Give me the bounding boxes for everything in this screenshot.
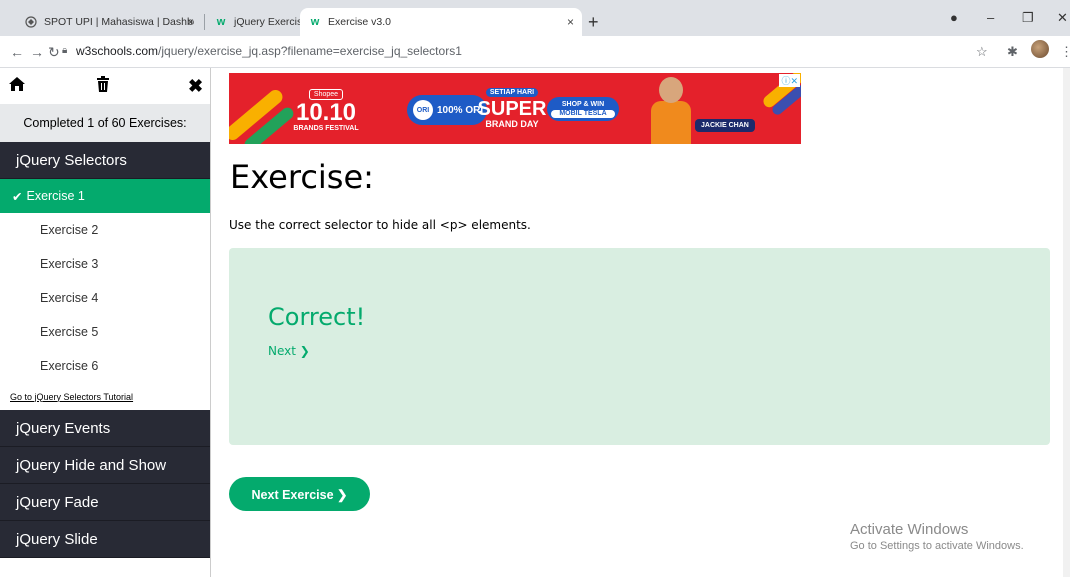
sidebar-toolbar: ✖ [0, 68, 210, 104]
tutorial-link[interactable]: Go to jQuery Selectors Tutorial [0, 383, 210, 410]
ad-shop-win: SHOP & WIN MOBIL TESLA [547, 97, 619, 121]
exercise-item-4[interactable]: Exercise 4 [0, 281, 210, 315]
ad-mobil-tesla: MOBIL TESLA [551, 110, 615, 118]
exercise-label: Exercise 1 [26, 189, 85, 203]
exercise-sidebar: ✖ Completed 1 of 60 Exercises: jQuery Se… [0, 68, 211, 577]
exercise-title: Exercise: [230, 158, 374, 196]
minimize-icon[interactable]: – [987, 10, 994, 25]
restore-icon[interactable]: ❐ [1022, 10, 1034, 26]
lock-icon: 🔒︎ [62, 45, 68, 56]
trash-icon[interactable] [96, 76, 110, 97]
windows-activation-watermark: Activate Windows Go to Settings to activ… [850, 521, 1024, 552]
watermark-line1: Activate Windows [850, 521, 969, 538]
tab-spot-upi[interactable]: SPOT UPI | Mahasiswa | Dashboa × [16, 8, 202, 36]
ad-setiap-hari: SETIAP HARI [485, 88, 539, 97]
ad-shop-win-text: SHOP & WIN [561, 101, 605, 108]
profile-avatar[interactable] [1031, 40, 1049, 58]
extensions-icon[interactable]: ✱ [1007, 44, 1018, 60]
address-bar: ← → ↻ 🔒︎ w3schools.com/jquery/exercise_j… [0, 36, 1070, 68]
url-host: w3schools.com [76, 44, 159, 58]
tab-title: Exercise v3.0 [328, 16, 392, 28]
close-tab-icon[interactable]: × [567, 15, 574, 29]
shopee-ad-banner[interactable]: Shopee 10.10 BRANDS FESTIVAL ORI 100% OR… [229, 73, 801, 144]
result-panel: Correct! Next ❯ [229, 248, 1050, 445]
exercise-item-3[interactable]: Exercise 3 [0, 247, 210, 281]
w3schools-icon: w [216, 16, 226, 28]
page-scrollbar[interactable] [1063, 68, 1070, 577]
back-icon[interactable]: ← [10, 44, 24, 60]
profile-dot-icon[interactable]: ● [950, 10, 958, 25]
reload-icon[interactable]: ↻ [48, 44, 60, 61]
next-link[interactable]: Next ❯ [268, 344, 310, 358]
menu-kebab-icon[interactable]: ⋮ [1060, 44, 1070, 60]
category-jquery-selectors[interactable]: jQuery Selectors [0, 142, 210, 179]
ad-brand-block: Shopee 10.10 BRANDS FESTIVAL [291, 83, 361, 132]
ad-jackie-chan: JACKIE CHAN [695, 119, 755, 132]
ad-big-text: 10.10 [295, 99, 357, 126]
bookmark-star-icon[interactable]: ☆ [976, 44, 988, 60]
exercise-description: Use the correct selector to hide all <p>… [229, 218, 531, 232]
ad-brands-festival: BRANDS FESTIVAL [293, 125, 359, 132]
exercise-item-2[interactable]: Exercise 2 [0, 213, 210, 247]
ad-person-image [651, 75, 691, 144]
checkmark-icon: ✔ [12, 189, 23, 204]
next-exercise-button[interactable]: Next Exercise ❯ [229, 477, 370, 511]
exercise-item-6[interactable]: Exercise 6 [0, 349, 210, 383]
exercise-item-5[interactable]: Exercise 5 [0, 315, 210, 349]
category-jquery-fade[interactable]: jQuery Fade [0, 484, 210, 521]
forward-icon[interactable]: → [30, 44, 44, 60]
ad-ori-badge: ORI 100% ORI [407, 95, 487, 125]
exercise-item-1[interactable]: ✔ Exercise 1 [0, 179, 210, 213]
tab-title: SPOT UPI | Mahasiswa | Dashboa [44, 16, 194, 28]
watermark-line2: Go to Settings to activate Windows. [850, 540, 1024, 552]
progress-text: Completed 1 of 60 Exercises: [0, 104, 210, 142]
category-jquery-hide-show[interactable]: jQuery Hide and Show [0, 447, 210, 484]
ad-super: SUPER [477, 98, 547, 120]
window-close-icon[interactable]: ✕ [1057, 10, 1068, 26]
ad-choices-icon[interactable]: ⓘ✕ [779, 74, 800, 87]
url-path: /jquery/exercise_jq.asp?filename=exercis… [158, 44, 462, 58]
ori-circle: ORI [413, 100, 433, 120]
home-icon[interactable] [8, 76, 26, 97]
close-tab-icon[interactable]: × [187, 15, 194, 29]
ad-brand-day: BRAND DAY [485, 119, 539, 129]
category-jquery-slide[interactable]: jQuery Slide [0, 521, 210, 558]
correct-message: Correct! [268, 303, 366, 331]
globe-icon [24, 15, 38, 29]
close-icon[interactable]: ✖ [188, 76, 203, 97]
new-tab-button[interactable]: + [588, 12, 599, 33]
ad-super-brand-day: SETIAP HARI SUPER BRAND DAY [477, 81, 547, 129]
w3schools-icon: w [310, 16, 320, 28]
browser-tab-bar: SPOT UPI | Mahasiswa | Dashboa × w jQuer… [0, 0, 1070, 36]
tab-divider [204, 14, 205, 30]
category-jquery-events[interactable]: jQuery Events [0, 410, 210, 447]
tab-exercise-v3[interactable]: w Exercise v3.0 × [300, 8, 582, 36]
url-field[interactable]: w3schools.com/jquery/exercise_jq.asp?fil… [76, 44, 462, 58]
